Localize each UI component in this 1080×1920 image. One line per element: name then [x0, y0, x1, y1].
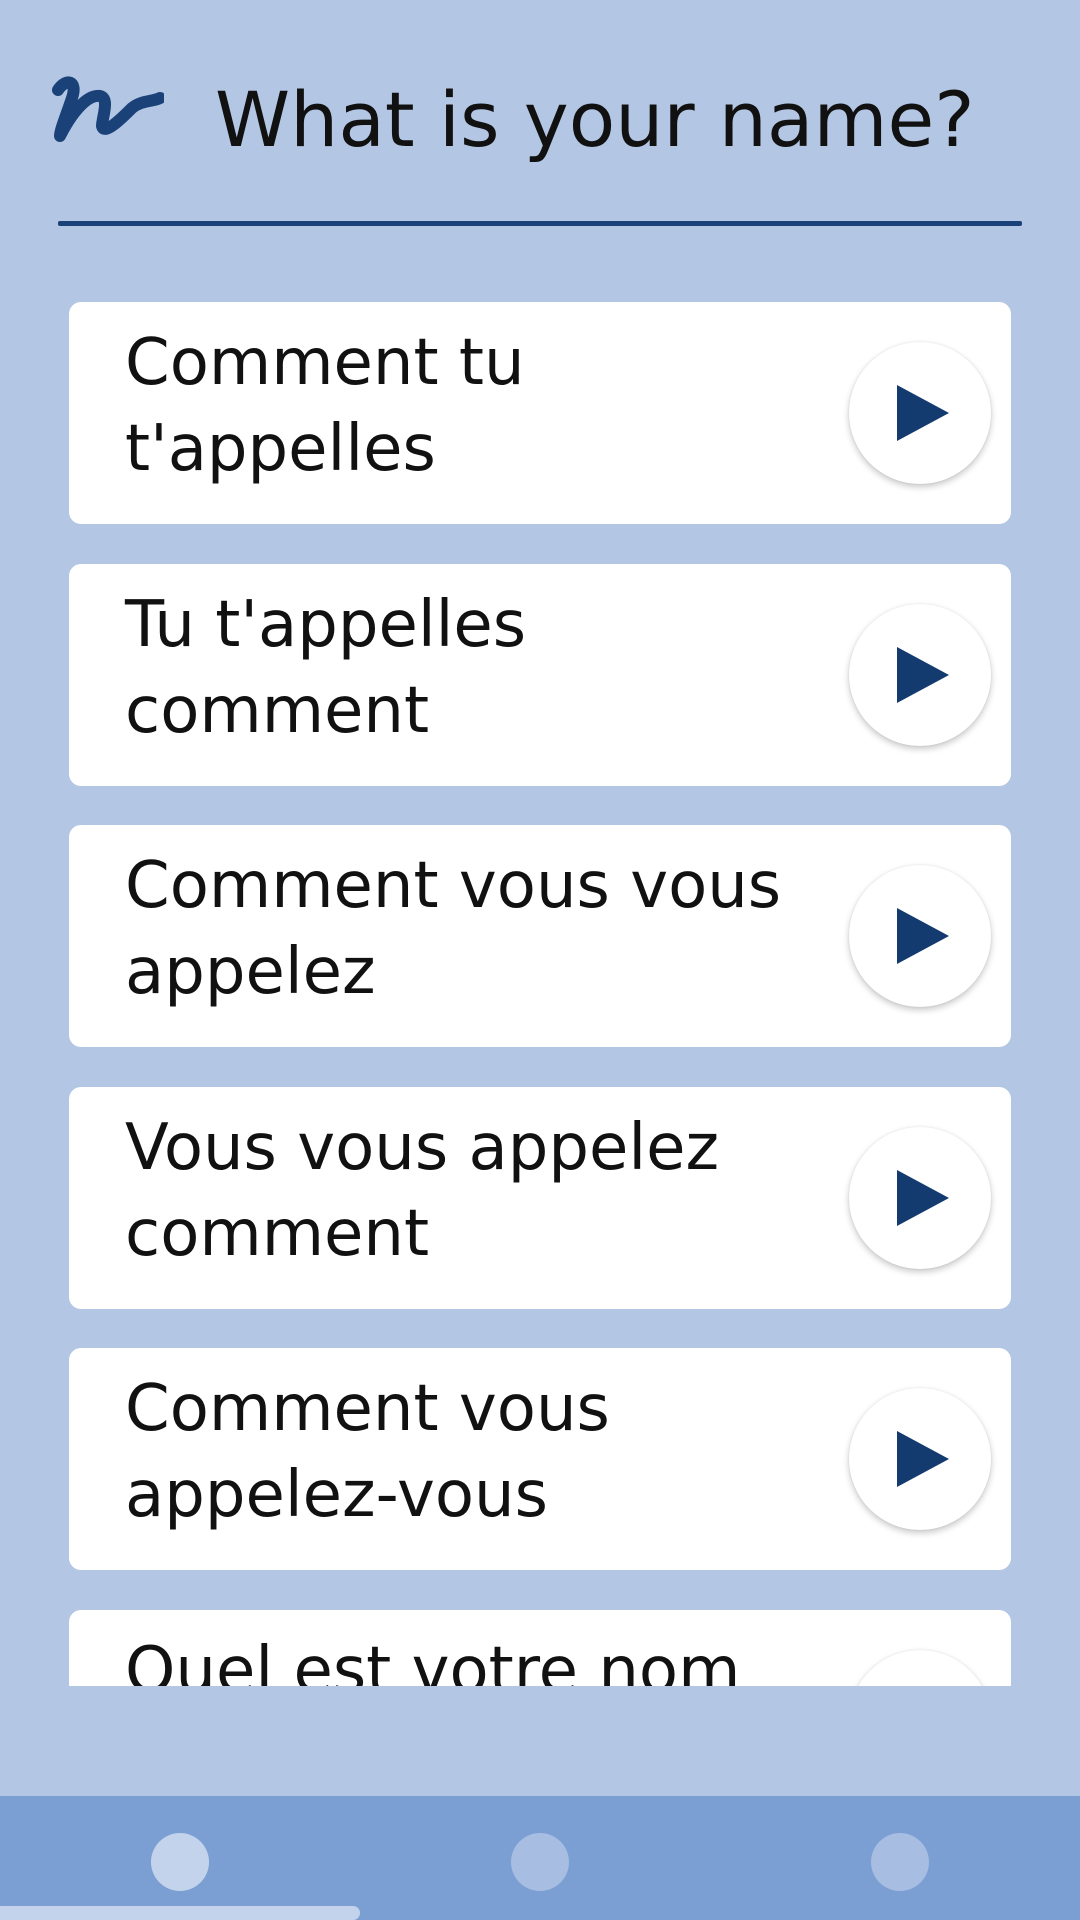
phrase-card: Comment vous vous appelez: [69, 825, 1011, 1047]
phrase-card: Comment vous appelez-vous: [69, 1348, 1011, 1570]
play-icon: [897, 385, 949, 441]
app-screen: What is your name? Comment tu t'appelles…: [0, 0, 1080, 1920]
phrase-card: Quel est votre nom: [69, 1610, 1011, 1686]
phrase-text: Vous vous appelez comment: [125, 1111, 720, 1271]
phrase-card: Vous vous appelez comment: [69, 1087, 1011, 1309]
play-button[interactable]: [849, 604, 991, 746]
bottom-navigation: [0, 1796, 1080, 1920]
phrase-text: Comment tu t'appelles: [125, 326, 525, 486]
play-button[interactable]: [849, 1127, 991, 1269]
header: What is your name?: [0, 0, 1080, 230]
page-title: What is your name?: [215, 75, 975, 164]
play-button[interactable]: [849, 865, 991, 1007]
nav-item-1[interactable]: [151, 1833, 209, 1891]
handwriting-n-icon: [52, 76, 164, 142]
play-button[interactable]: [849, 1388, 991, 1530]
play-button[interactable]: [849, 342, 991, 484]
nav-item-2[interactable]: [511, 1833, 569, 1891]
phrase-list[interactable]: Comment tu t'appelles Tu t'appelles comm…: [0, 290, 1080, 1686]
nav-item-3[interactable]: [871, 1833, 929, 1891]
header-divider: [58, 221, 1022, 226]
phrase-text: Comment vous vous appelez: [125, 849, 782, 1009]
phrase-card: Tu t'appelles comment: [69, 564, 1011, 786]
phrase-card: Comment tu t'appelles: [69, 302, 1011, 524]
play-button[interactable]: [849, 1650, 991, 1686]
play-icon: [897, 1170, 949, 1226]
play-icon: [897, 908, 949, 964]
phrase-text: Tu t'appelles comment: [125, 588, 527, 748]
phrase-text: Quel est votre nom: [125, 1634, 741, 1686]
phrase-text: Comment vous appelez-vous: [125, 1372, 610, 1532]
nav-active-indicator: [0, 1906, 360, 1920]
play-icon: [897, 1431, 949, 1487]
play-icon: [897, 647, 949, 703]
